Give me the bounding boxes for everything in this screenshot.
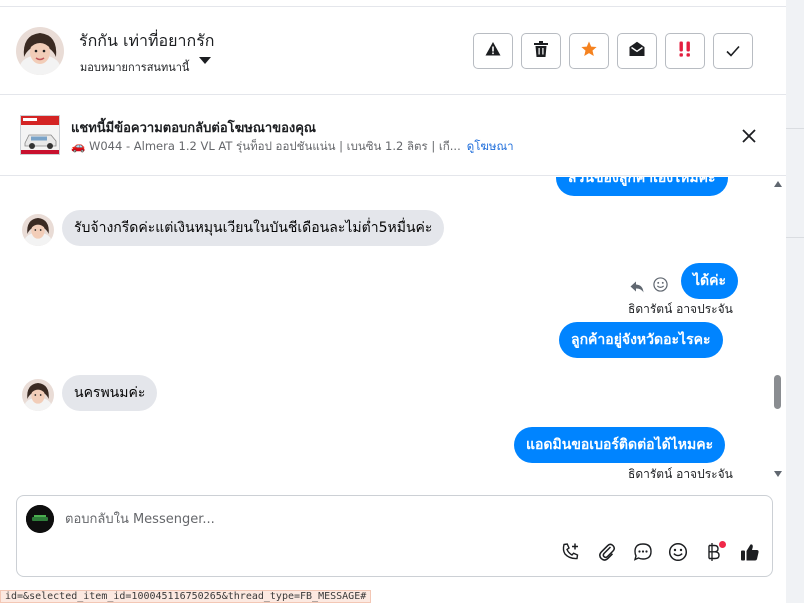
chevron-down-icon[interactable] (199, 57, 211, 64)
ad-description-text: 🚗 W044 - Almera 1.2 VL AT รุ่นท็อป ออปชั… (71, 139, 461, 153)
phone-plus-icon (561, 542, 581, 566)
contact-avatar (22, 379, 54, 411)
reply-icon[interactable] (630, 278, 644, 297)
check-icon (726, 42, 740, 61)
reply-input[interactable] (65, 508, 565, 530)
double-exclamation-icon (678, 41, 692, 61)
thumbs-up-icon (740, 542, 760, 566)
contact-name[interactable]: รักกัน เท่าที่อยากรัก (79, 29, 214, 54)
emoji-button[interactable] (667, 542, 689, 566)
close-banner-button[interactable] (740, 127, 758, 145)
contact-avatar (22, 214, 54, 246)
ad-description: 🚗 W044 - Almera 1.2 VL AT รุ่นท็อป ออปชั… (71, 138, 514, 156)
react-smiley-icon[interactable] (653, 277, 668, 296)
trash-icon (534, 41, 548, 61)
smiley-icon (668, 542, 688, 566)
envelope-open-icon (629, 41, 645, 61)
send-like-button[interactable] (739, 543, 761, 565)
message-bubble-outgoing[interactable]: แอดมินขอเบอร์ติดต่อได้ไหมคะ (514, 427, 726, 463)
message-bubble-outgoing[interactable]: ส่วนของลูกค้าเองไหมคะ (556, 177, 728, 196)
attach-button[interactable] (596, 543, 618, 565)
message-bubble-outgoing[interactable]: ได้ค่ะ (681, 263, 739, 299)
conversation-header: รักกัน เท่าที่อยากรัก มอบหมายการสนทนานี้ (0, 7, 786, 95)
scroll-down-arrow[interactable] (774, 471, 782, 477)
message-thread[interactable]: ส่วนของลูกค้าเองไหมคะ รับจ้างกรีดค่ะแต่เ… (0, 177, 786, 485)
ad-reply-banner: แชทนี้มีข้อความตอบกลับต่อโฆษณาของคุณ 🚗 W… (0, 96, 786, 176)
message-bubble-incoming[interactable]: นครพนมค่ะ (62, 375, 158, 411)
assign-conversation-label[interactable]: มอบหมายการสนทนานี้ (80, 58, 189, 76)
ad-reply-title: แชทนี้มีข้อความตอบกลับต่อโฆษณาของคุณ (71, 121, 316, 136)
status-bar-url: id=&selected_item_id=100045116750265&thr… (0, 590, 372, 603)
chat-bubble-icon (633, 542, 653, 566)
page-avatar (26, 505, 54, 533)
mark-unread-button[interactable] (617, 33, 657, 69)
mark-done-button[interactable] (713, 33, 753, 69)
paperclip-icon (598, 542, 616, 566)
inbox-conversation-panel: รักกัน เท่าที่อยากรัก มอบหมายการสนทนานี้ (0, 0, 786, 603)
sender-name: ธิดารัตน์ อาจประจัน (628, 302, 733, 316)
delete-button[interactable] (521, 33, 561, 69)
mark-spam-button[interactable] (473, 33, 513, 69)
sender-name: ธิดารัตน์ อาจประจัน (628, 467, 733, 481)
scrollbar-thumb[interactable] (774, 375, 781, 409)
message-bubble-outgoing[interactable]: ลูกค้าอยู่จังหวัดอะไรคะ (559, 322, 723, 358)
adjacent-panel-edge (786, 0, 804, 603)
saved-replies-button[interactable] (632, 543, 654, 565)
message-bubble-incoming[interactable]: รับจ้างกรีดค่ะแต่เงินหมุนเวียนในบันชีเดื… (62, 210, 445, 246)
view-ad-link[interactable]: ดูโฆษณา (467, 139, 514, 153)
scroll-up-arrow[interactable] (774, 181, 782, 187)
reply-composer (16, 495, 773, 577)
notification-dot (719, 541, 726, 548)
star-button[interactable] (569, 33, 609, 69)
ad-thumbnail[interactable] (20, 115, 60, 155)
follow-up-button[interactable] (665, 33, 705, 69)
call-button[interactable] (560, 543, 582, 565)
divider (786, 128, 804, 129)
contact-avatar[interactable] (16, 27, 64, 75)
divider (786, 237, 804, 238)
warning-icon (485, 41, 501, 61)
star-icon (581, 41, 597, 61)
close-icon (740, 129, 758, 149)
